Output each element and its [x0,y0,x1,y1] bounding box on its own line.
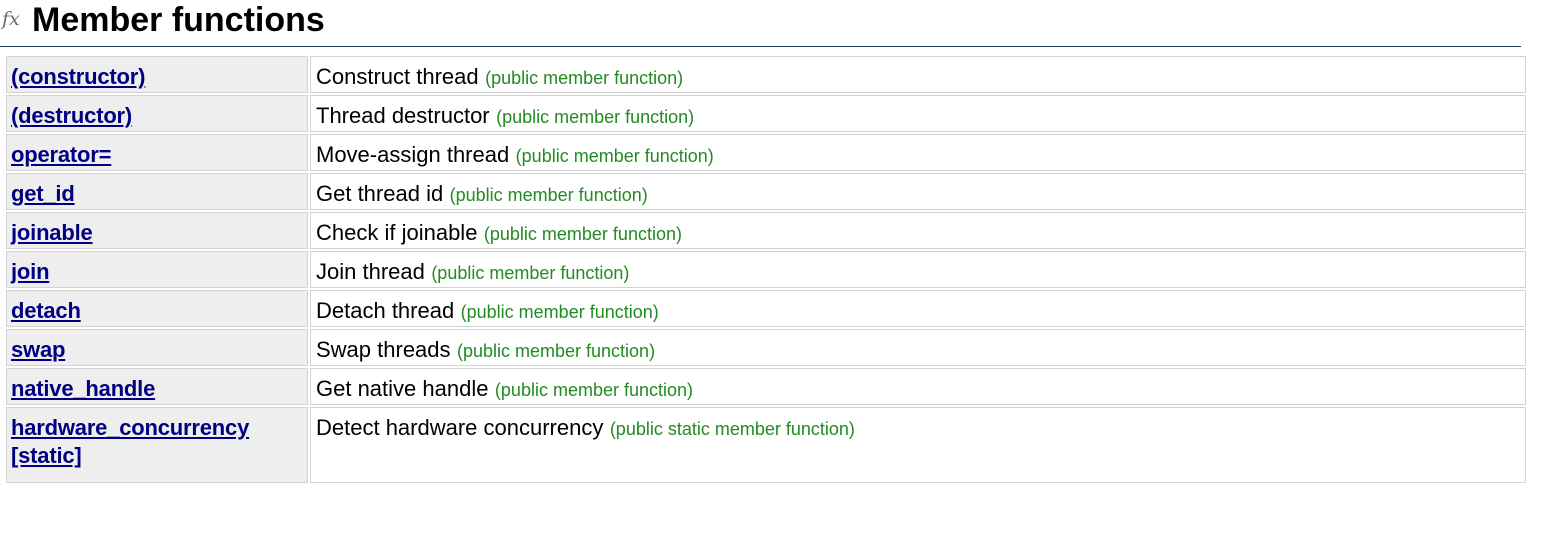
function-description-cell: Get native handle (public member functio… [310,368,1526,405]
get-id-link[interactable]: get_id [11,180,75,208]
function-name-cell: native_handle [6,368,308,405]
join-link[interactable]: join [11,258,50,286]
hardware-concurrency-link[interactable]: hardware_concurrency [11,414,303,442]
function-kind: (public member function) [496,107,695,127]
table-row: (destructor) Thread destructor (public m… [6,95,1526,132]
function-name-cell: hardware_concurrency [static] [6,407,308,483]
function-name-cell: swap [6,329,308,366]
static-link[interactable]: [static] [11,442,303,470]
table-row: (constructor) Construct thread (public m… [6,56,1526,93]
function-name-cell: (destructor) [6,95,308,132]
function-name-cell: detach [6,290,308,327]
function-name-cell: operator= [6,134,308,171]
destructor-link[interactable]: (destructor) [11,102,132,130]
function-description-cell: Detect hardware concurrency (public stat… [310,407,1526,483]
function-description: Get native handle [316,376,489,401]
function-description-cell: Detach thread (public member function) [310,290,1526,327]
function-kind: (public member function) [494,380,694,400]
function-kind: (public member function) [485,68,684,88]
joinable-link[interactable]: joinable [11,219,93,247]
function-kind: (public member function) [515,146,714,166]
member-functions-table: (constructor) Construct thread (public m… [4,54,1528,485]
table-row: swap Swap threads (public member functio… [6,329,1526,366]
table-row: operator= Move-assign thread (public mem… [6,134,1526,171]
function-description-cell: Join thread (public member function) [310,251,1526,288]
function-description-cell: Move-assign thread (public member functi… [310,134,1526,171]
function-description: Join thread [316,259,425,284]
function-kind: (public member function) [449,185,648,205]
swap-link[interactable]: swap [11,336,65,364]
function-description-cell: Thread destructor (public member functio… [310,95,1526,132]
function-kind: (public member function) [431,263,630,283]
table-row: detach Detach thread (public member func… [6,290,1526,327]
table-row: hardware_concurrency [static] Detect har… [6,407,1526,483]
function-description-cell: Get thread id (public member function) [310,173,1526,210]
function-description: Detach thread [316,298,455,323]
table-row: joinable Check if joinable (public membe… [6,212,1526,249]
function-description: Check if joinable [316,220,478,245]
function-icon: fx [2,8,20,30]
function-description: Swap threads [316,337,451,362]
constructor-link[interactable]: (constructor) [11,63,145,91]
function-description-cell: Check if joinable (public member functio… [310,212,1526,249]
function-kind: (public member function) [456,341,656,361]
operator-assign-link[interactable]: operator= [11,141,111,169]
function-kind: (public static member function) [609,419,855,439]
function-kind: (public member function) [460,302,659,322]
function-description: Construct thread [316,64,479,89]
function-name-cell: (constructor) [6,56,308,93]
detach-link[interactable]: detach [11,297,81,325]
function-name-cell: joinable [6,212,308,249]
function-name-cell: get_id [6,173,308,210]
function-description: Move-assign thread [316,142,510,167]
section-header: fx Member functions [0,0,1521,47]
function-name-cell: join [6,251,308,288]
table-row: get_id Get thread id (public member func… [6,173,1526,210]
function-kind: (public member function) [483,224,682,244]
native-handle-link[interactable]: native_handle [11,375,155,403]
function-description: Thread destructor [316,103,490,128]
function-description-cell: Swap threads (public member function) [310,329,1526,366]
function-description: Detect hardware concurrency [316,415,604,440]
table-row: join Join thread (public member function… [6,251,1526,288]
section-title: Member functions [32,1,325,39]
table-row: native_handle Get native handle (public … [6,368,1526,405]
function-description: Get thread id [316,181,444,206]
function-description-cell: Construct thread (public member function… [310,56,1526,93]
